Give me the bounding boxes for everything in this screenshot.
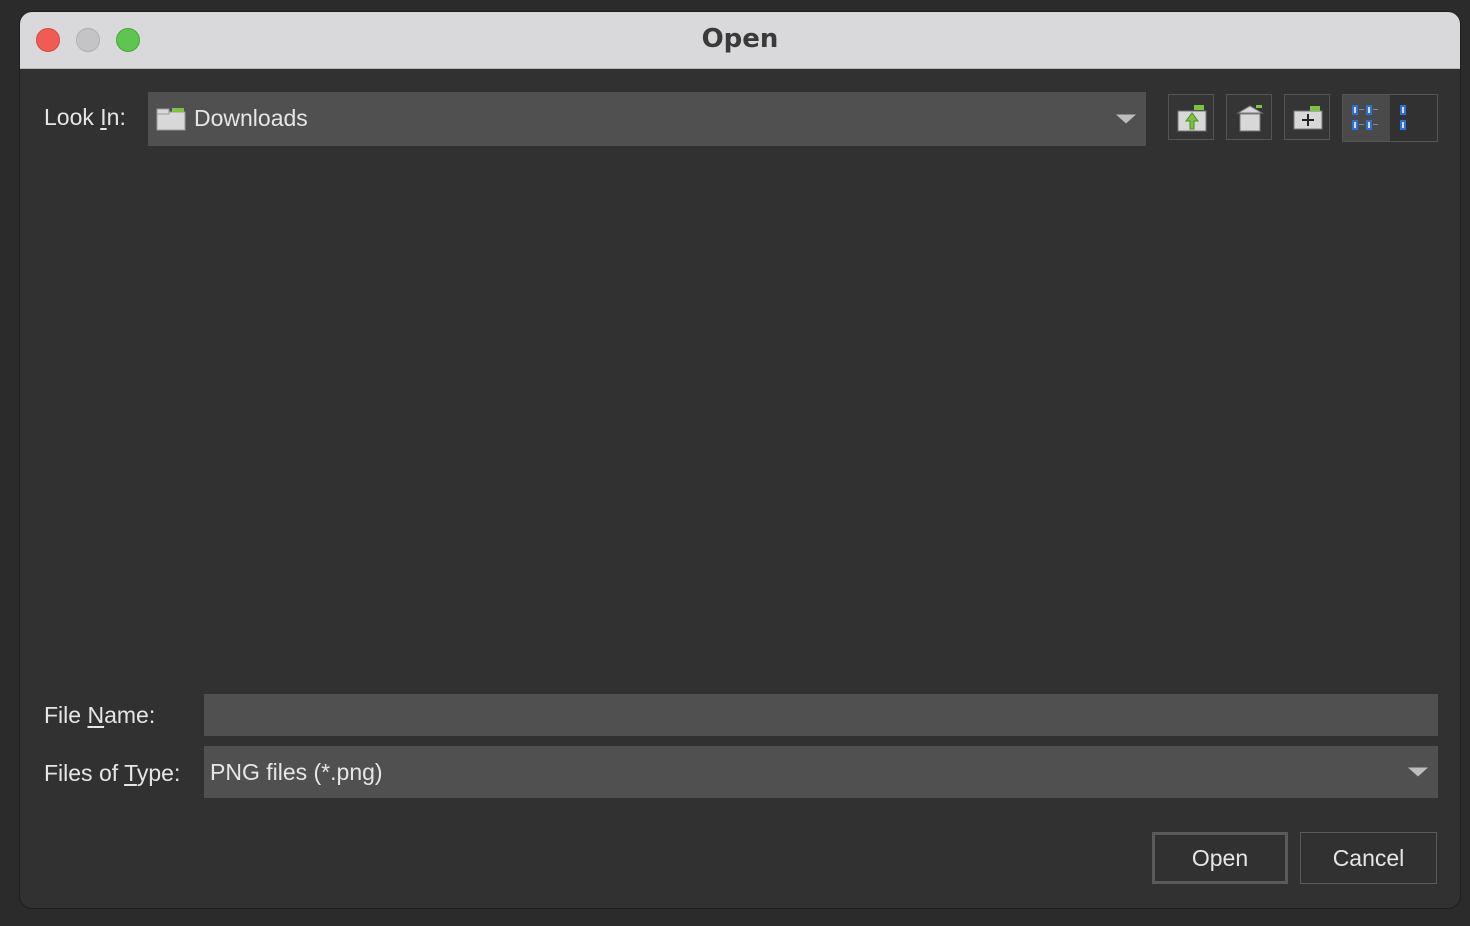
- file-list-area[interactable]: [44, 158, 1438, 678]
- dialog-title: Open: [701, 24, 779, 54]
- view-mode-toggle: [1342, 94, 1438, 142]
- list-view-icon: [1352, 105, 1378, 130]
- look-in-dropdown[interactable]: Downloads: [148, 92, 1146, 146]
- file-name-input[interactable]: [204, 694, 1438, 736]
- open-dialog: Open Look In: Downloads File Name: Files…: [20, 12, 1460, 908]
- chevron-down-icon: [1408, 767, 1428, 777]
- file-type-dropdown[interactable]: PNG files (*.png): [204, 746, 1438, 798]
- home-icon: [1236, 105, 1264, 132]
- file-type-label: Files of Type:: [44, 760, 181, 786]
- file-name-label: File Name:: [44, 702, 156, 728]
- list-view-button[interactable]: [1343, 95, 1390, 141]
- details-view-button[interactable]: [1391, 95, 1438, 141]
- up-folder-icon: [1177, 105, 1207, 132]
- title-bar[interactable]: Open: [20, 12, 1460, 69]
- home-button[interactable]: [1226, 94, 1272, 140]
- cancel-button[interactable]: Cancel: [1300, 832, 1437, 884]
- folder-icon: [156, 108, 186, 131]
- up-one-level-button[interactable]: [1168, 94, 1214, 140]
- new-folder-icon: [1293, 106, 1323, 130]
- open-button[interactable]: Open: [1152, 832, 1288, 884]
- look-in-label: Look In:: [44, 104, 126, 130]
- details-view-icon: [1400, 105, 1406, 130]
- chevron-down-icon: [1116, 114, 1136, 124]
- new-folder-button[interactable]: [1284, 94, 1330, 140]
- file-type-value: PNG files (*.png): [210, 759, 383, 785]
- look-in-value: Downloads: [194, 105, 308, 131]
